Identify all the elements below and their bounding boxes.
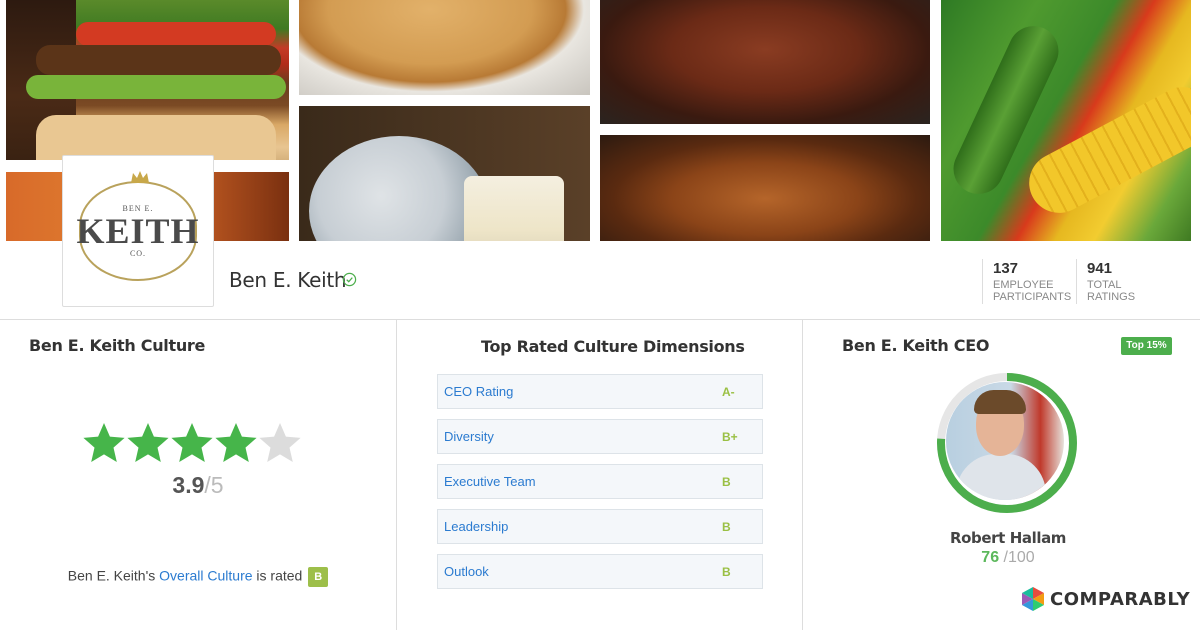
stat-total-ratings: 941 TOTAL RATINGS: [1076, 259, 1135, 304]
sentence-mid: is rated: [252, 567, 307, 584]
section-divider: [0, 319, 1200, 320]
ceo-score-value: 76: [981, 549, 1000, 566]
stat-label: TOTAL: [1087, 279, 1122, 291]
top-percent-badge: Top 15%: [1121, 337, 1172, 355]
dimension-row-ceo-rating[interactable]: CEO Rating A-: [437, 374, 763, 409]
culture-title: Ben E. Keith Culture: [29, 336, 206, 355]
star-rating: [82, 420, 304, 466]
hero-image-vegetables: [941, 0, 1191, 241]
verified-check-icon: [342, 272, 357, 287]
logo-bottom-text: CO.: [129, 249, 147, 258]
dimension-grade: B: [722, 564, 731, 579]
dimension-row-diversity[interactable]: Diversity B+: [437, 419, 763, 454]
comparably-logo-icon: [1022, 587, 1044, 611]
dimension-grade: A-: [722, 384, 735, 399]
ceo-name[interactable]: Robert Hallam: [903, 529, 1113, 547]
dimensions-title: Top Rated Culture Dimensions: [481, 337, 745, 356]
culture-score-value: 3.9: [172, 472, 205, 498]
stat-label: EMPLOYEE: [993, 279, 1054, 291]
stat-value: 137: [993, 260, 1019, 277]
dimension-grade: B: [722, 474, 731, 489]
dimension-label[interactable]: Outlook: [444, 564, 489, 579]
logo-main-text: KEITH: [76, 211, 200, 251]
culture-score-max: /5: [204, 472, 224, 498]
crown-icon: [131, 171, 149, 183]
dimension-label[interactable]: Leadership: [444, 519, 508, 534]
company-name[interactable]: Ben E. Keith: [229, 268, 347, 292]
column-divider: [396, 320, 397, 630]
dimension-label[interactable]: CEO Rating: [444, 384, 513, 399]
stat-employee-participants: 137 EMPLOYEE PARTICIPANTS: [982, 259, 1071, 304]
dimension-label[interactable]: Executive Team: [444, 474, 536, 489]
dimension-row-leadership[interactable]: Leadership B: [437, 509, 763, 544]
column-divider: [802, 320, 803, 630]
dimension-label[interactable]: Diversity: [444, 429, 494, 444]
dimension-row-executive-team[interactable]: Executive Team B: [437, 464, 763, 499]
company-logo[interactable]: BEN E. KEITH CO.: [62, 155, 214, 307]
hero-image-burger: [6, 0, 289, 160]
sentence-prefix: Ben E. Keith's: [67, 567, 160, 584]
hero-image-cheese: [299, 106, 590, 241]
star-icon: [127, 423, 169, 462]
star-icon: [83, 423, 125, 462]
culture-rated-sentence: Ben E. Keith's Overall Culture is rated …: [0, 567, 396, 587]
ceo-score: 76 /100: [903, 549, 1113, 567]
stat-label: RATINGS: [1087, 291, 1136, 303]
logo-emblem: BEN E. KEITH CO.: [76, 171, 200, 281]
dimension-row-outlook[interactable]: Outlook B: [437, 554, 763, 589]
culture-grade-badge: B: [308, 567, 329, 587]
dimension-grade: B: [722, 519, 731, 534]
star-icon: [171, 423, 213, 462]
comparably-brand[interactable]: COMPARABLY: [1020, 586, 1190, 612]
ceo-avatar[interactable]: [946, 382, 1064, 500]
dimension-grade: B+: [722, 429, 738, 444]
star-icon: [215, 423, 257, 462]
ceo-score-max: /100: [1003, 549, 1035, 566]
overall-culture-link[interactable]: Overall Culture: [159, 568, 252, 584]
culture-score: 3.9/5: [0, 472, 396, 499]
ceo-title: Ben E. Keith CEO: [842, 336, 990, 355]
hero-image-steak: [600, 0, 930, 124]
dimensions-list: CEO Rating A- Diversity B+ Executive Tea…: [437, 374, 763, 599]
hero-image-wings: [600, 135, 930, 241]
stat-value: 941: [1087, 260, 1113, 277]
brand-name: COMPARABLY: [1050, 588, 1191, 610]
star-icon: [259, 423, 301, 462]
hero-image-pie: [299, 0, 590, 95]
stat-label: PARTICIPANTS: [993, 291, 1072, 303]
